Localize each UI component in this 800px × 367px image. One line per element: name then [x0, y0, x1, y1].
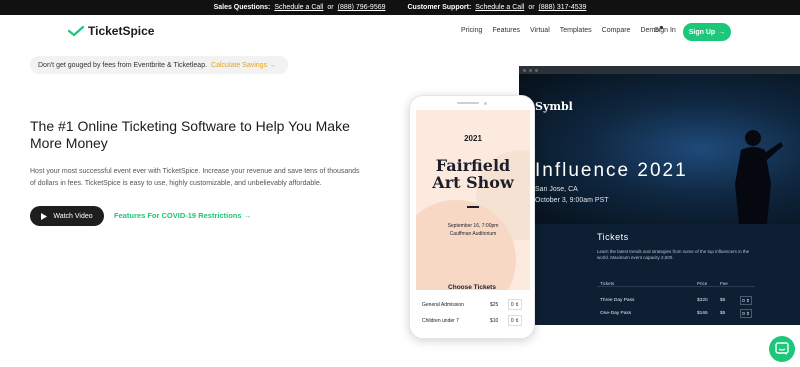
quantity-stepper[interactable]: 0 ⇕ [508, 315, 522, 326]
poster-title-line2: Art Show [432, 173, 514, 192]
ticket-price: $25 [490, 302, 499, 308]
phone-event-mockup: 2021 Fairfield Art Show September 16, 7:… [409, 95, 535, 339]
ticket-price: $320 [697, 298, 708, 303]
support-label: Customer Support: [407, 4, 472, 11]
header-tickets: Tickets [600, 281, 615, 286]
or-text: or [327, 4, 334, 11]
quantity-value: 0 [742, 298, 745, 303]
poster-title: Fairfield Art Show [416, 157, 530, 191]
arrow-right-icon: → [718, 28, 726, 36]
sales-phone-link[interactable]: (888) 796-9569 [338, 4, 386, 11]
poster-date: September 16, 7:00pm [447, 223, 499, 229]
ticket-fee: $5 [720, 311, 726, 316]
play-icon [41, 212, 48, 220]
watch-video-button[interactable]: Watch Video [30, 206, 104, 226]
or-text: or [528, 4, 535, 11]
poster-divider [467, 206, 479, 208]
quantity-stepper[interactable]: 0 ⇕ [740, 309, 752, 318]
chat-button[interactable] [769, 336, 795, 362]
nav-features[interactable]: Features [492, 27, 520, 34]
covid-link-label: Features For COVID-19 Restrictions [114, 211, 242, 220]
sign-in-link[interactable]: Sign In [654, 27, 676, 34]
ticket-name: Three Day Pass [600, 298, 635, 303]
promo-text: Don't get gouged by fees from Eventbrite… [38, 61, 208, 69]
quantity-stepper[interactable]: 0 ⇕ [740, 296, 752, 305]
calculate-savings-link[interactable]: Calculate Savings → [211, 62, 276, 69]
top-contact-bar: Sales Questions: Schedule a Call or (888… [0, 0, 800, 15]
quantity-stepper[interactable]: 0 ⇕ [508, 299, 522, 310]
arrow-right-icon: → [243, 211, 252, 220]
event-datetime: October 3, 9:00am PST [535, 197, 609, 204]
browser-bar [519, 66, 800, 74]
watch-video-label: Watch Video [53, 212, 93, 220]
table-row: One-Day Pass $165 $5 0 ⇕ [597, 309, 755, 321]
list-item: Children under 7 $10 0 ⇕ [422, 314, 526, 328]
desktop-tickets-section: Tickets Learn the latest trends and stra… [519, 224, 800, 325]
quantity-value: 0 [742, 311, 745, 316]
table-row: Three Day Pass $320 $5 0 ⇕ [597, 296, 755, 308]
poster-venue: Cauffman Auditorium [449, 231, 497, 237]
logo-text: TicketSpice [88, 24, 155, 38]
ticket-name: One-Day Pass [600, 311, 632, 316]
sales-label: Sales Questions: [213, 4, 271, 11]
sales-schedule-link[interactable]: Schedule a Call [274, 4, 323, 11]
event-location: San Jose, CA [535, 186, 578, 193]
header-fee: Fee [720, 281, 728, 286]
tickets-table-header: Tickets Price Fee [597, 279, 755, 287]
chat-bubble-icon [775, 342, 789, 355]
ticket-logo-icon [68, 25, 84, 37]
speaker-silhouette-icon [735, 130, 783, 224]
calculate-savings-label: Calculate Savings [211, 61, 268, 69]
tickets-description: Learn the latest trends and strategies f… [597, 249, 750, 260]
event-brand: Symbl [535, 100, 573, 113]
poster-title-line1: Fairfield [435, 156, 511, 175]
support-phone-link[interactable]: (888) 317-4539 [539, 4, 587, 11]
main-navigation: TicketSpice Pricing Features Virtual Tem… [0, 15, 800, 51]
nav-virtual[interactable]: Virtual [530, 27, 550, 34]
speaker-icon [457, 102, 479, 104]
ticket-fee: $5 [720, 298, 726, 303]
nav-pricing[interactable]: Pricing [461, 27, 482, 34]
event-title: Influence 2021 [535, 160, 688, 181]
header-price: Price [697, 281, 708, 286]
sign-up-button[interactable]: Sign Up → [683, 23, 731, 41]
camera-icon [484, 101, 487, 105]
support-schedule-link[interactable]: Schedule a Call [475, 4, 524, 11]
poster-year: 2021 [464, 134, 482, 143]
nav-links: Pricing Features Virtual Templates Compa… [461, 26, 664, 34]
nav-templates[interactable]: Templates [560, 27, 592, 34]
ticket-name: Children under 7 [422, 318, 459, 324]
desktop-event-mockup: Symbl Influence 2021 San Jose, CA Octobe… [519, 66, 800, 325]
tickets-heading: Tickets [597, 232, 629, 242]
ticket-name: General Admission [422, 302, 464, 308]
event-hero-image: Symbl Influence 2021 San Jose, CA Octobe… [519, 74, 800, 224]
savings-promo: Don't get gouged by fees from Eventbrite… [30, 56, 288, 74]
list-item: General Admission $25 0 ⇕ [422, 298, 526, 312]
covid-features-link[interactable]: Features For COVID-19 Restrictions → [114, 211, 251, 220]
quantity-value: 0 [510, 317, 514, 324]
hero-description: Host your most successful event ever wit… [30, 168, 360, 187]
quantity-value: 0 [510, 301, 514, 308]
event-poster: 2021 Fairfield Art Show September 16, 7:… [416, 110, 530, 290]
arrow-right-icon: → [269, 61, 277, 69]
logo[interactable]: TicketSpice [68, 24, 154, 38]
ticket-price: $10 [490, 318, 499, 324]
phone-notch [410, 96, 534, 110]
choose-tickets-heading: Choose Tickets [448, 284, 496, 291]
nav-compare[interactable]: Compare [602, 27, 631, 34]
sign-up-label: Sign Up [688, 28, 716, 36]
ticket-price: $165 [697, 311, 708, 316]
hero-title: The #1 Online Ticketing Software to Help… [30, 118, 350, 151]
